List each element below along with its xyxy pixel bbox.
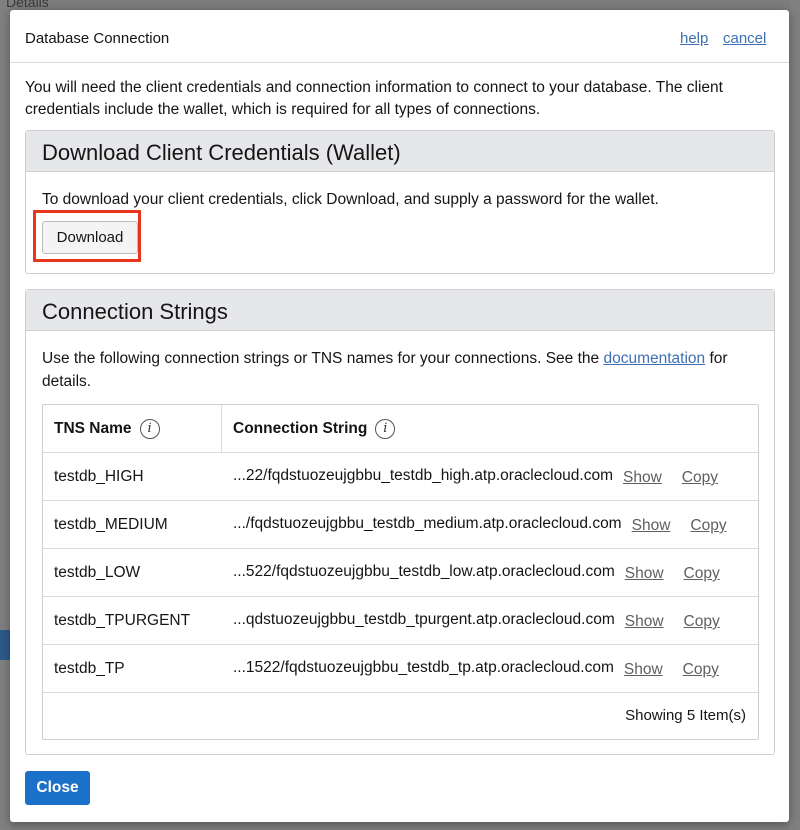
table-row: testdb_MEDIUM .../fqdstuozeujgbbu_testdb… <box>43 501 758 549</box>
tns-name-cell: testdb_TPURGENT <box>54 612 191 629</box>
tns-name-info-icon[interactable]: i <box>139 419 160 439</box>
documentation-link[interactable]: documentation <box>603 350 705 367</box>
table-row: testdb_TPURGENT ...qdstuozeujgbbu_testdb… <box>43 597 758 645</box>
table-header-row: TNS Name i Connection String i <box>43 405 758 453</box>
background-page-right <box>790 0 800 830</box>
help-link[interactable]: help <box>680 30 708 47</box>
wallet-panel: Download Client Credentials (Wallet) To … <box>25 130 775 274</box>
tns-name-cell: testdb_LOW <box>54 564 141 581</box>
show-link[interactable]: Show <box>624 661 663 679</box>
connection-strings-table: TNS Name i Connection String i testdb_HI… <box>42 404 759 740</box>
connection-string-cell: ...522/fqdstuozeujgbbu_testdb_low.atp.or… <box>233 563 720 583</box>
tns-name-header-label: TNS Name <box>54 420 132 437</box>
connection-string-text: ...522/fqdstuozeujgbbu_testdb_low.atp.or… <box>233 563 615 580</box>
copy-link[interactable]: Copy <box>684 565 720 583</box>
wallet-instructions: To download your client credentials, cli… <box>42 191 659 208</box>
tns-name-cell: testdb_MEDIUM <box>54 516 168 533</box>
show-link[interactable]: Show <box>625 565 664 583</box>
table-row: testdb_TP ...1522/fqdstuozeujgbbu_testdb… <box>43 645 758 693</box>
show-link[interactable]: Show <box>625 613 664 631</box>
copy-link[interactable]: Copy <box>684 613 720 631</box>
background-page-left <box>0 0 10 830</box>
connection-string-cell: ...22/fqdstuozeujgbbu_testdb_high.atp.or… <box>233 467 718 487</box>
connection-string-header: Connection String i <box>233 419 396 439</box>
dialog-intro-text: You will need the client credentials and… <box>25 79 723 118</box>
connection-string-text: ...qdstuozeujgbbu_testdb_tpurgent.atp.or… <box>233 611 615 628</box>
copy-link[interactable]: Copy <box>683 661 719 679</box>
item-count: Showing 5 Item(s) <box>625 707 746 724</box>
connection-string-cell: ...1522/fqdstuozeujgbbu_testdb_tp.atp.or… <box>233 659 719 679</box>
wallet-panel-title: Download Client Credentials (Wallet) <box>42 140 401 165</box>
tns-name-cell: testdb_TP <box>54 660 125 677</box>
connection-strings-instructions: Use the following connection strings or … <box>42 347 762 393</box>
background-page-text: Details <box>6 0 49 10</box>
connection-string-info-icon[interactable]: i <box>375 419 396 439</box>
copy-link[interactable]: Copy <box>690 517 726 535</box>
close-button[interactable]: Close <box>25 771 90 805</box>
connection-string-header-label: Connection String <box>233 420 368 437</box>
background-button-fragment <box>0 630 10 660</box>
connection-string-cell: .../fqdstuozeujgbbu_testdb_medium.atp.or… <box>233 515 727 535</box>
cancel-link[interactable]: cancel <box>723 30 766 47</box>
connection-string-cell: ...qdstuozeujgbbu_testdb_tpurgent.atp.or… <box>233 611 720 631</box>
copy-link[interactable]: Copy <box>682 469 718 487</box>
table-row: testdb_HIGH ...22/fqdstuozeujgbbu_testdb… <box>43 453 758 501</box>
column-divider <box>221 405 222 452</box>
table-row: testdb_LOW ...522/fqdstuozeujgbbu_testdb… <box>43 549 758 597</box>
connection-string-text: ...22/fqdstuozeujgbbu_testdb_high.atp.or… <box>233 467 614 484</box>
database-connection-dialog: Database Connection help cancel You will… <box>10 10 789 822</box>
tns-name-cell: testdb_HIGH <box>54 468 144 485</box>
instructions-text: Use the following connection strings or … <box>42 350 604 367</box>
connection-string-text: .../fqdstuozeujgbbu_testdb_medium.atp.or… <box>233 515 622 532</box>
download-button[interactable]: Download <box>42 221 138 254</box>
tns-name-header: TNS Name i <box>54 419 160 439</box>
dialog-title: Database Connection <box>25 30 170 47</box>
show-link[interactable]: Show <box>632 517 671 535</box>
show-link[interactable]: Show <box>623 469 662 487</box>
dialog-header: Database Connection help cancel <box>10 10 789 63</box>
connection-strings-panel: Connection Strings Use the following con… <box>25 289 775 755</box>
connection-string-text: ...1522/fqdstuozeujgbbu_testdb_tp.atp.or… <box>233 659 614 676</box>
connection-strings-title: Connection Strings <box>42 299 228 324</box>
